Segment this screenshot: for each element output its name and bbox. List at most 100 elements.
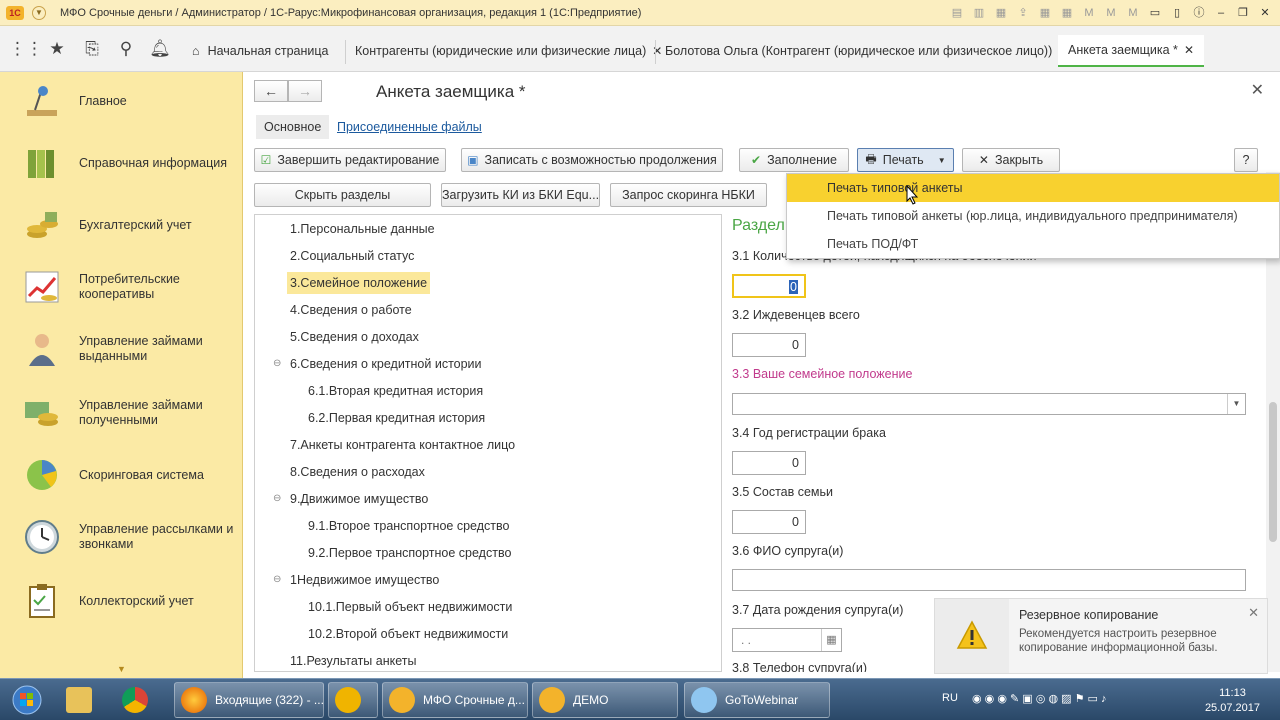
taskbar-1c-demo[interactable]: ДЕМО: [532, 682, 678, 718]
save-icon: ▣: [467, 153, 479, 167]
memory-m-icon[interactable]: M: [1080, 4, 1098, 22]
marriage-year-input[interactable]: 0: [732, 451, 806, 475]
chrome-button[interactable]: [116, 682, 162, 718]
notifications-bell-icon[interactable]: 🔔︎: [148, 37, 172, 61]
sidebar-item-loans-received[interactable]: Управление займами полученными: [0, 384, 242, 442]
marital-status-select[interactable]: ▼: [732, 393, 1246, 415]
calendar-icon[interactable]: ▦: [1036, 4, 1054, 22]
save-icon[interactable]: ▦: [992, 4, 1010, 22]
sidebar-item-label: Потребительские кооперативы: [79, 272, 180, 301]
close-button[interactable]: ✕ Закрыть: [962, 148, 1060, 172]
system-clock[interactable]: 11:13 25.07.2017: [1205, 686, 1260, 716]
tree-item[interactable]: 11.Результаты анкеты: [290, 650, 416, 671]
scroll-down-icon[interactable]: ▼: [117, 664, 126, 674]
children-count-input[interactable]: 0: [732, 274, 806, 298]
taskbar-app-button[interactable]: [328, 682, 378, 718]
close-form-icon[interactable]: ✕: [1251, 80, 1264, 100]
chevron-down-icon[interactable]: ▼: [1227, 394, 1245, 414]
spouse-name-input[interactable]: [732, 569, 1246, 591]
tree-item[interactable]: 9.2.Первое транспортное средство: [308, 542, 511, 564]
dependents-input[interactable]: 0: [732, 333, 806, 357]
sidebar-item-collection[interactable]: Коллекторский учет: [0, 572, 242, 630]
help-button[interactable]: ?: [1234, 148, 1258, 172]
favorites-star-icon[interactable]: ★: [45, 37, 69, 61]
tray-icons[interactable]: ◉ ◉ ◉ ✎ ▣ ◎ ◍ ▨ ⚑ ▭ ♪: [972, 692, 1106, 705]
sidebar-item-scoring[interactable]: Скоринговая система: [0, 446, 242, 504]
tree-item[interactable]: 10.1.Первый объект недвижимости: [308, 596, 512, 618]
history-icon[interactable]: ⎘: [80, 37, 104, 61]
tab-home[interactable]: ⌂ Начальная страница: [182, 35, 339, 67]
tree-item[interactable]: 6.Сведения о кредитной истории: [290, 353, 482, 375]
close-window-icon[interactable]: ✕: [1256, 4, 1274, 22]
close-icon[interactable]: ✕: [1184, 43, 1194, 57]
growth-chart-icon: [25, 271, 59, 303]
tree-item[interactable]: 5.Сведения о доходах: [290, 326, 419, 348]
sidebar-item-cooperatives[interactable]: Потребительские кооперативы: [0, 258, 242, 316]
1c-logo-icon: [539, 687, 565, 713]
apps-grid-icon[interactable]: ⋮⋮: [9, 37, 43, 61]
fill-button[interactable]: ✔ Заполнение: [739, 148, 849, 172]
taskbar-firefox-inbox[interactable]: Входящие (322) - ...: [174, 682, 324, 718]
form-title: Анкета заемщика *: [376, 82, 526, 101]
finish-editing-button[interactable]: ☑ Завершить редактирование: [254, 148, 446, 172]
close-icon[interactable]: ✕: [1248, 605, 1259, 621]
spouse-birthdate-input[interactable]: . . ▦: [732, 628, 842, 652]
taskbar-gotowebinar[interactable]: GoToWebinar: [684, 682, 830, 718]
tree-item[interactable]: 4.Сведения о работе: [290, 299, 412, 321]
menu-item-print-aml[interactable]: Печать ПОД/ФТ: [787, 230, 1279, 258]
main-menu-icon[interactable]: ▼: [32, 5, 46, 20]
load-credit-history-button[interactable]: Загрузить КИ из БКИ Equ...: [441, 183, 600, 207]
scoring-request-button[interactable]: Запрос скоринга НБКИ: [610, 183, 767, 207]
panels-icon[interactable]: ▯: [1168, 4, 1186, 22]
sidebar-item-main[interactable]: Главное: [0, 72, 242, 130]
family-size-input[interactable]: 0: [732, 510, 806, 534]
window-title-bar: 1С ▼ МФО Срочные деньги / Администратор …: [0, 0, 1280, 26]
clipboard-icon[interactable]: ▥: [970, 4, 988, 22]
explorer-button[interactable]: [60, 682, 106, 718]
tree-item[interactable]: 6.2.Первая кредитная история: [308, 407, 485, 429]
memory-mminus-icon[interactable]: M: [1124, 4, 1142, 22]
sidebar-item-loans-issued[interactable]: Управление займами выданными: [0, 320, 242, 378]
upload-icon[interactable]: ⇪: [1014, 4, 1032, 22]
sidebar-item-reference[interactable]: Справочная информация: [0, 134, 242, 192]
start-button[interactable]: [4, 682, 50, 718]
menu-item-print-legal-entity-form[interactable]: Печать типовой анкеты (юр.лица, индивиду…: [787, 202, 1279, 230]
tree-item[interactable]: 10.2.Второй объект недвижимости: [308, 623, 508, 645]
tree-item[interactable]: 3.Семейное положение: [287, 272, 431, 294]
print-button[interactable]: 🖶︎ Печать ▼: [857, 148, 954, 172]
memory-mplus-icon[interactable]: M: [1102, 4, 1120, 22]
collapse-toggle-icon[interactable]: ⊖: [273, 488, 281, 510]
search-icon[interactable]: ⚲: [114, 37, 138, 61]
sidebar-item-mailings[interactable]: Управление рассылками и звонками: [0, 508, 242, 566]
grid-icon[interactable]: ▦: [1058, 4, 1076, 22]
tree-item[interactable]: 9.Движимое имущество: [290, 488, 428, 510]
subtab-attached-files[interactable]: Присоединенные файлы: [329, 115, 490, 139]
print-icon[interactable]: ▤: [948, 4, 966, 22]
tree-item[interactable]: 1.Персональные данные: [290, 218, 435, 240]
subtab-main[interactable]: Основное: [256, 115, 330, 139]
minimize-icon[interactable]: –: [1212, 4, 1230, 22]
tab-borrower-form[interactable]: Анкета заемщика * ✕: [1058, 35, 1204, 67]
tab-counterparty-bolotova[interactable]: Болотова Ольга (Контрагент (юридическое …: [655, 35, 1078, 67]
language-indicator[interactable]: RU: [942, 692, 958, 704]
menu-item-print-standard-form[interactable]: Печать типовой анкеты: [787, 174, 1279, 202]
taskbar-1c-mfo[interactable]: МФО Срочные д...: [382, 682, 528, 718]
tree-item[interactable]: 6.1.Вторая кредитная история: [308, 380, 483, 402]
tree-item[interactable]: 7.Анкеты контрагента контактное лицо: [290, 434, 515, 456]
save-continue-button[interactable]: ▣ Записать с возможностью продолжения: [461, 148, 723, 172]
collapse-toggle-icon[interactable]: ⊖: [273, 569, 281, 591]
calendar-icon[interactable]: ▦: [821, 629, 841, 651]
tree-item[interactable]: 8.Сведения о расходах: [290, 461, 425, 483]
tree-item[interactable]: 9.1.Второе транспортное средство: [308, 515, 509, 537]
tab-counterparties[interactable]: Контрагенты (юридические или физические …: [345, 35, 672, 67]
tree-item[interactable]: 2.Социальный статус: [290, 245, 414, 267]
restore-icon[interactable]: ❐: [1234, 4, 1252, 22]
tree-item[interactable]: 1Недвижимое имущество: [290, 569, 439, 591]
folder-icon[interactable]: ▭: [1146, 4, 1164, 22]
hide-sections-button[interactable]: Скрыть разделы: [254, 183, 431, 207]
sidebar-item-accounting[interactable]: Бухгалтерский учет: [0, 196, 242, 254]
info-icon[interactable]: ⓘ: [1190, 4, 1208, 22]
back-button[interactable]: ←: [254, 80, 288, 102]
collapse-toggle-icon[interactable]: ⊖: [273, 353, 281, 375]
forward-button[interactable]: →: [288, 80, 322, 102]
